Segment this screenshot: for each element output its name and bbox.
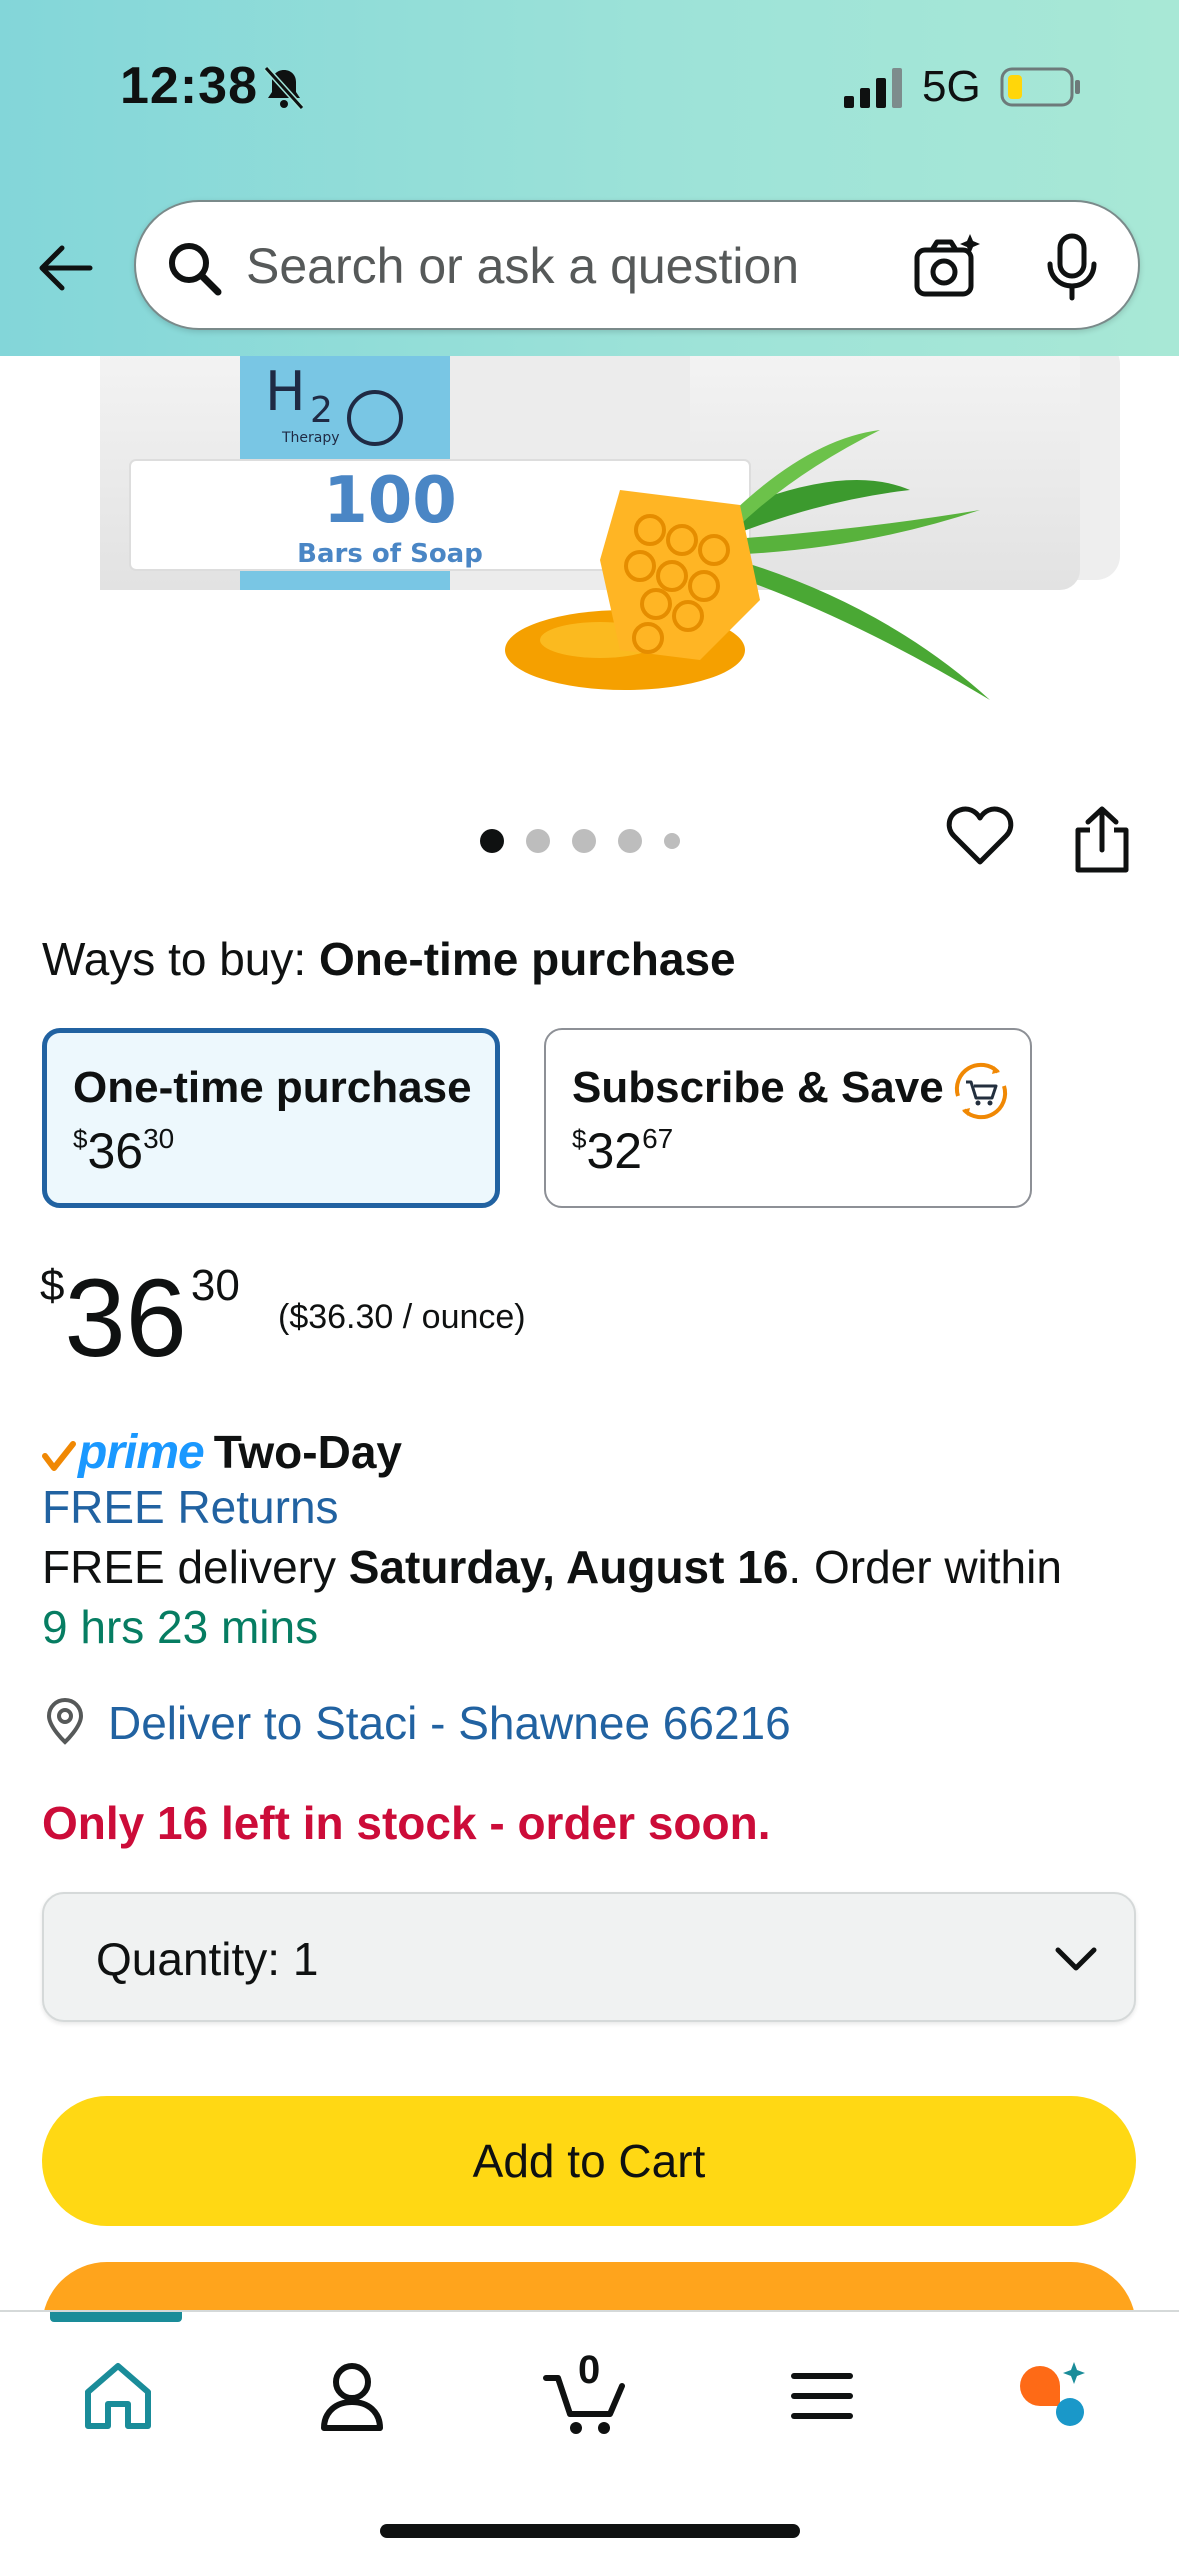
svg-text:Bars of Soap: Bars of Soap [297,539,483,569]
menu-icon[interactable] [782,2356,862,2436]
battery-icon [1000,67,1080,107]
deliver-to-link[interactable]: Deliver to Staci - Shawnee 66216 [108,1696,791,1750]
ways-to-buy-label: Ways to buy: [42,933,307,985]
carousel-dot[interactable] [618,829,642,853]
carousel-dot[interactable] [526,829,550,853]
option-price: $3267 [572,1123,674,1179]
quantity-label: Quantity: 1 [96,1933,319,1985]
soap-package-illustration: H 2 Therapy 100 Bars of Soap [100,340,1120,700]
subscribe-cart-icon [954,1062,1008,1120]
share-icon[interactable] [1070,806,1134,874]
network-type: 5G [922,62,981,111]
subscribe-and-save-option[interactable]: Subscribe & Save $3267 [544,1028,1032,1208]
option-price: $3630 [73,1123,175,1179]
back-arrow-icon[interactable] [34,236,98,300]
option-title: One-time purchase [73,1063,472,1112]
add-to-cart-button[interactable]: Add to Cart [42,2096,1136,2226]
bell-slash-icon [263,65,305,111]
active-tab-indicator [50,2312,182,2322]
product-image[interactable]: H 2 Therapy 100 Bars of Soap [60,340,1120,720]
order-countdown: 9 hrs 23 mins [42,1601,319,1653]
heart-icon[interactable] [946,804,1014,868]
svg-text:100: 100 [323,464,457,538]
app-header: 12:38 5G [0,0,1179,356]
signal-icon [844,68,902,108]
account-icon[interactable] [312,2356,392,2436]
ways-to-buy-heading: Ways to buy: One-time purchase [42,932,736,986]
search-bar[interactable] [134,200,1140,330]
mic-icon[interactable] [1042,232,1102,302]
stock-warning: Only 16 left in stock - order soon. [42,1797,771,1849]
unit-price: ($36.30 / ounce) [278,1298,526,1336]
cart-button[interactable]: 0 [542,2348,634,2436]
prime-badge: prime Two-Day [42,1422,402,1482]
rufus-icon[interactable] [1010,2356,1090,2436]
delivery-date: Saturday, August 16 [348,1541,789,1593]
ways-to-buy-selected: One-time purchase [318,933,736,985]
location-pin-icon [46,1697,84,1745]
home-icon[interactable] [78,2356,158,2436]
option-title: Subscribe & Save [572,1063,944,1112]
cart-count: 0 [578,2348,601,2392]
quantity-dropdown[interactable]: Quantity: 1 [42,1892,1136,2022]
one-time-purchase-option[interactable]: One-time purchase $3630 [42,1028,500,1208]
prime-label: prime [78,1425,205,1479]
product-price: $3630 [40,1257,240,1380]
camera-icon[interactable] [912,232,982,302]
search-icon[interactable] [164,238,224,298]
delivery-estimate: FREE delivery Saturday, August 16. Order… [42,1541,1062,1593]
prime-speed: Two-Day [213,1426,402,1478]
home-indicator [380,2524,800,2538]
prime-check-icon [42,1441,76,1471]
search-input[interactable] [246,230,886,302]
brand-logo-text: H [265,360,306,423]
svg-text:2: 2 [310,390,333,431]
image-carousel-dots[interactable] [480,826,680,856]
carousel-dot[interactable] [480,829,504,853]
svg-text:Therapy: Therapy [281,430,340,446]
carousel-dot[interactable] [572,829,596,853]
bottom-navigation: 0 [0,2310,1179,2556]
chevron-down-icon [1055,1947,1097,1971]
free-returns-link[interactable]: FREE Returns [42,1480,339,1534]
quantity-value: 1 [292,1933,319,1985]
carousel-dot[interactable] [664,833,680,849]
status-time: 12:38 [120,57,258,115]
